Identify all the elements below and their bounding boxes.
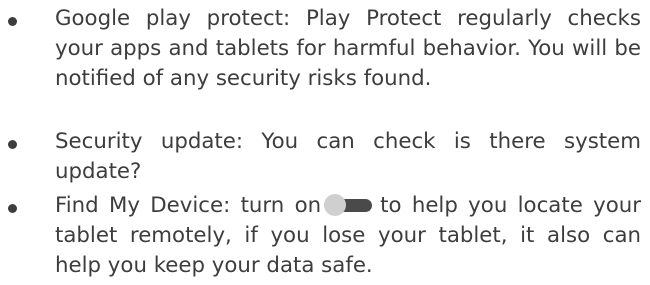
toggle-switch-icon bbox=[324, 194, 374, 216]
bullet-icon bbox=[8, 17, 17, 26]
bullet-icon bbox=[8, 204, 17, 213]
google-play-protect-description: Google play protect: Play Protect regula… bbox=[55, 6, 641, 91]
find-my-device-text-before: Find My Device: turn on bbox=[55, 193, 322, 218]
security-update-description: Security update: You can check is there … bbox=[55, 129, 641, 184]
bullet-icon bbox=[8, 140, 17, 149]
toggle-knob bbox=[324, 194, 347, 216]
find-my-device-description: Find My Device: turn on to help you locat… bbox=[55, 191, 641, 281]
